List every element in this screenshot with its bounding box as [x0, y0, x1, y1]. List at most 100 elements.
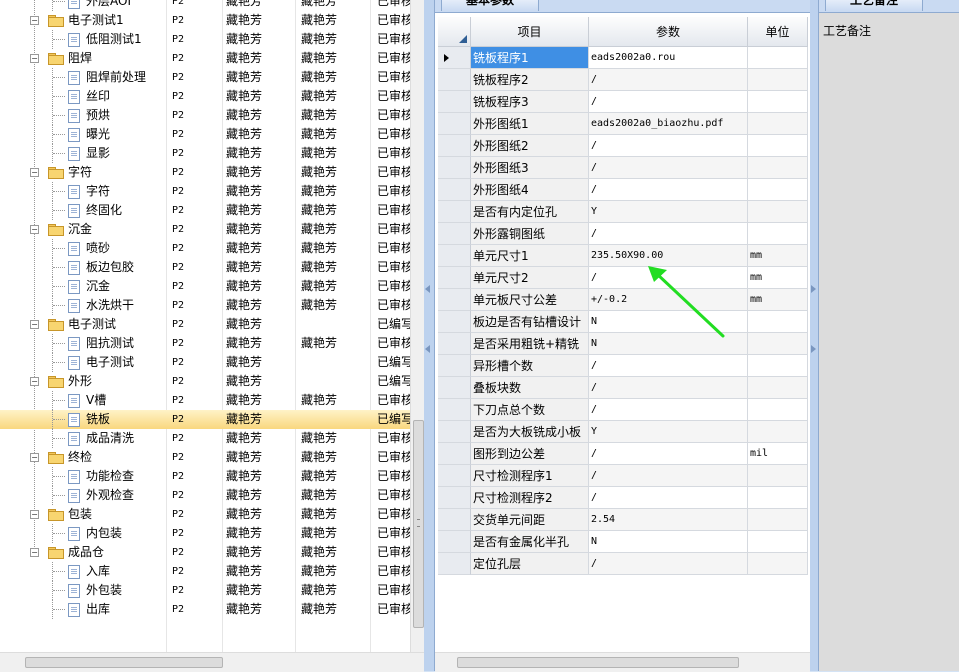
param-unit-cell[interactable] — [748, 553, 808, 575]
param-item-cell[interactable]: 外形图纸4 — [471, 179, 589, 201]
param-unit-cell[interactable] — [748, 311, 808, 333]
tree-row[interactable]: − 成品仓 P2 藏艳芳 藏艳芳 已审核 — [0, 543, 410, 562]
param-item-cell[interactable]: 是否有金属化半孔 — [471, 531, 589, 553]
param-unit-cell[interactable] — [748, 465, 808, 487]
param-row[interactable]: 铣板程序2/ — [438, 69, 808, 91]
param-value-cell[interactable]: / — [589, 487, 748, 509]
param-value-cell[interactable]: 2.54 — [589, 509, 748, 531]
param-unit-cell[interactable] — [748, 377, 808, 399]
tree-node[interactable]: 成品清洗 — [0, 429, 165, 448]
tree-node[interactable]: 显影 — [0, 144, 165, 163]
tree-node[interactable]: − 电子测试1 — [0, 11, 165, 30]
params-horizontal-scrollbar[interactable] — [435, 652, 810, 672]
param-item-cell[interactable]: 尺寸检测程序2 — [471, 487, 589, 509]
param-row[interactable]: 下刀点总个数 / — [438, 399, 808, 421]
param-value-cell[interactable]: Y — [589, 201, 748, 223]
tree-row[interactable]: 显影 P2 藏艳芳 藏艳芳 已审核 — [0, 144, 410, 163]
tree-node[interactable]: 沉金 — [0, 277, 165, 296]
tree-row[interactable]: V槽 P2 藏艳芳 藏艳芳 已审核 — [0, 391, 410, 410]
param-unit-cell[interactable] — [748, 531, 808, 553]
collapse-toggle-icon[interactable]: − — [30, 16, 39, 25]
param-value-cell[interactable]: / — [589, 399, 748, 421]
param-item-cell[interactable]: 尺寸检测程序1 — [471, 465, 589, 487]
param-item-cell[interactable]: 板边是否有钻槽设计 — [471, 311, 589, 333]
param-row[interactable]: 是否有金属化半孔 N — [438, 531, 808, 553]
tree-node[interactable]: 外观检查 — [0, 486, 165, 505]
param-item-cell[interactable]: 单元尺寸1 — [471, 245, 589, 267]
tree-row[interactable]: − 外形 P2 藏艳芳 已编写 — [0, 372, 410, 391]
param-row[interactable]: 图形到边公差 / mil — [438, 443, 808, 465]
param-value-cell[interactable]: / — [589, 91, 748, 113]
param-value-cell[interactable]: / — [589, 223, 748, 245]
param-value-cell[interactable]: N — [589, 531, 748, 553]
tree-node[interactable]: 字符 — [0, 182, 165, 201]
tree-node[interactable]: 丝印 — [0, 87, 165, 106]
param-unit-cell[interactable] — [748, 47, 808, 69]
tree-row[interactable]: 丝印 P2 藏艳芳 藏艳芳 已审核 — [0, 87, 410, 106]
tree-row[interactable]: 铣板 P2 藏艳芳 已编写 — [0, 410, 410, 429]
row-indicator[interactable] — [438, 509, 471, 531]
row-indicator[interactable] — [438, 531, 471, 553]
tree-row[interactable]: 预烘 P2 藏艳芳 藏艳芳 已审核 — [0, 106, 410, 125]
param-unit-cell[interactable] — [748, 487, 808, 509]
param-row[interactable]: 外形图纸3/ — [438, 157, 808, 179]
row-indicator[interactable] — [438, 333, 471, 355]
param-row[interactable]: 外形图纸2/ — [438, 135, 808, 157]
collapse-left-arrow-icon[interactable] — [425, 285, 430, 293]
row-indicator[interactable] — [438, 399, 471, 421]
collapse-right-arrow-icon[interactable] — [811, 285, 816, 293]
param-value-cell[interactable]: / — [589, 135, 748, 157]
param-unit-cell[interactable] — [748, 421, 808, 443]
param-row[interactable]: 是否有内定位孔 Y — [438, 201, 808, 223]
param-unit-cell[interactable] — [748, 201, 808, 223]
param-item-cell[interactable]: 图形到边公差 — [471, 443, 589, 465]
collapse-toggle-icon[interactable]: − — [30, 453, 39, 462]
param-row[interactable]: 是否为大板铣成小板 Y — [438, 421, 808, 443]
collapse-toggle-icon[interactable]: − — [30, 377, 39, 386]
tree-row[interactable]: 成品清洗 P2 藏艳芳 藏艳芳 已审核 — [0, 429, 410, 448]
row-indicator[interactable] — [438, 135, 471, 157]
param-row[interactable]: 单元尺寸2/mm — [438, 267, 808, 289]
column-header-item[interactable]: 项目 — [471, 17, 589, 47]
param-unit-cell[interactable] — [748, 157, 808, 179]
tree-row[interactable]: 入库 P2 藏艳芳 藏艳芳 已审核 — [0, 562, 410, 581]
row-indicator[interactable] — [438, 223, 471, 245]
param-item-cell[interactable]: 定位孔层 — [471, 553, 589, 575]
param-value-cell[interactable]: / — [589, 179, 748, 201]
tree-row[interactable]: 喷砂 P2 藏艳芳 藏艳芳 已审核 — [0, 239, 410, 258]
param-item-cell[interactable]: 异形槽个数 — [471, 355, 589, 377]
tree-hscroll-thumb[interactable] — [25, 657, 223, 668]
param-row[interactable]: 叠板块数 / — [438, 377, 808, 399]
tree-row[interactable]: 功能检查 P2 藏艳芳 藏艳芳 已审核 — [0, 467, 410, 486]
tree-vertical-scrollbar[interactable] — [410, 0, 425, 652]
param-row[interactable]: 是否采用粗铣+精铣 N — [438, 333, 808, 355]
row-indicator[interactable] — [438, 91, 471, 113]
param-item-cell[interactable]: 铣板程序2 — [471, 69, 589, 91]
tree-node[interactable]: 外层AOI — [0, 0, 165, 11]
param-item-cell[interactable]: 外形图纸1 — [471, 113, 589, 135]
param-item-cell[interactable]: 叠板块数 — [471, 377, 589, 399]
tree-row[interactable]: 字符 P2 藏艳芳 藏艳芳 已审核 — [0, 182, 410, 201]
param-unit-cell[interactable] — [748, 333, 808, 355]
param-item-cell[interactable]: 外形露铜图纸 — [471, 223, 589, 245]
tree-node[interactable]: V槽 — [0, 391, 165, 410]
tab-process-notes[interactable]: 工艺备注 — [825, 0, 923, 11]
param-item-cell[interactable]: 是否有内定位孔 — [471, 201, 589, 223]
tree-node[interactable]: 低阻测试1 — [0, 30, 165, 49]
tree-node[interactable]: 板边包胶 — [0, 258, 165, 277]
param-item-cell[interactable]: 单元尺寸2 — [471, 267, 589, 289]
param-row[interactable]: 外形图纸1 eads2002a0_biaozhu.pdf — [438, 113, 808, 135]
collapse-toggle-icon[interactable]: − — [30, 225, 39, 234]
param-unit-cell[interactable] — [748, 223, 808, 245]
row-indicator[interactable] — [438, 289, 471, 311]
tree-node[interactable]: − 外形 — [0, 372, 165, 391]
param-row[interactable]: 铣板程序1 eads2002a0.rou — [438, 47, 808, 69]
param-item-cell[interactable]: 是否采用粗铣+精铣 — [471, 333, 589, 355]
tree-row[interactable]: 阻抗测试 P2 藏艳芳 藏艳芳 已审核 — [0, 334, 410, 353]
row-indicator[interactable] — [438, 179, 471, 201]
tree-row[interactable]: 外层AOI P2 藏艳芳 藏艳芳 已审核 — [0, 0, 410, 11]
tree-row[interactable]: − 阻焊 P2 藏艳芳 藏艳芳 已审核 — [0, 49, 410, 68]
tree-row[interactable]: − 字符 P2 藏艳芳 藏艳芳 已审核 — [0, 163, 410, 182]
param-value-cell[interactable]: / — [589, 465, 748, 487]
tree-row[interactable]: − 电子测试1 P2 藏艳芳 藏艳芳 已审核 — [0, 11, 410, 30]
